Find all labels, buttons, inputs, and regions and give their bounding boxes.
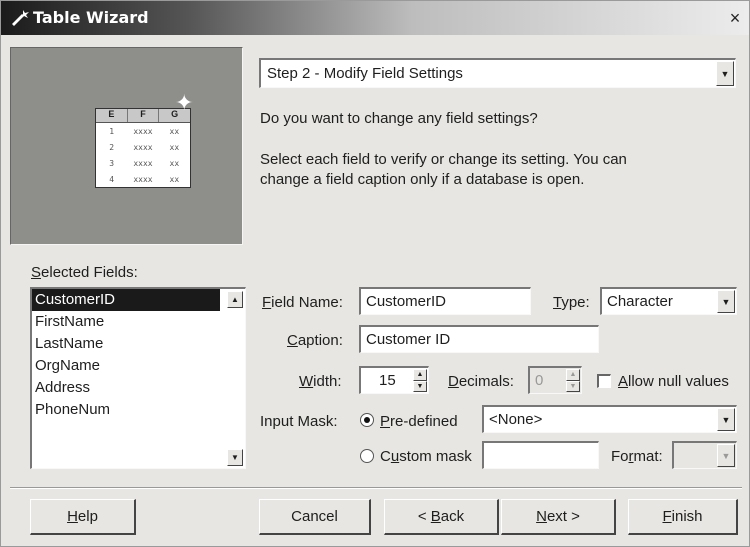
preview-cell: 1	[109, 126, 115, 136]
allow-null-label: Allow null values	[618, 373, 729, 390]
list-item[interactable]: Address	[32, 377, 220, 399]
type-dropdown[interactable]: Character	[600, 287, 737, 315]
preview-header-cell: E	[96, 109, 128, 122]
preview-cell: xx	[169, 126, 180, 136]
type-label: Type:	[553, 294, 590, 311]
preview-cell: 3	[109, 158, 115, 168]
preview-table-row: 4 xxxx xx	[96, 171, 190, 187]
close-button[interactable]: ×	[725, 7, 745, 29]
step-dropdown-value: Step 2 - Modify Field Settings	[267, 65, 463, 82]
finish-button[interactable]: Finish	[628, 499, 738, 535]
list-item[interactable]: FirstName	[32, 311, 220, 333]
spinner-icon[interactable]: ▲ ▼	[413, 369, 427, 392]
close-icon: ×	[729, 8, 741, 28]
width-value: 15	[379, 372, 396, 389]
list-item[interactable]: OrgName	[32, 355, 220, 377]
preview-cell: xxxx	[133, 174, 153, 184]
step-dropdown[interactable]: Step 2 - Modify Field Settings	[259, 58, 736, 88]
caption-label: Caption:	[287, 332, 343, 349]
preview-cell: 2	[109, 142, 115, 152]
predefined-label: Pre-defined	[380, 413, 458, 430]
selected-fields-list[interactable]: CustomerID FirstName LastName OrgName Ad…	[30, 287, 246, 469]
list-item[interactable]: LastName	[32, 333, 220, 355]
preview-cell: xx	[169, 158, 180, 168]
width-label: Width:	[299, 373, 342, 390]
chevron-down-icon[interactable]	[716, 61, 734, 86]
caption-value: Customer ID	[366, 331, 451, 348]
help-button[interactable]: Help	[30, 499, 136, 535]
preview-cell: xx	[169, 142, 180, 152]
decimals-label: Decimals:	[448, 373, 514, 390]
preview-cell: xx	[169, 174, 180, 184]
field-name-value: CustomerID	[366, 293, 447, 310]
chevron-down-icon[interactable]	[717, 444, 735, 467]
back-button[interactable]: < Back	[384, 499, 499, 535]
sparkle-icon: ✦	[175, 90, 194, 115]
allow-null-checkbox[interactable]	[597, 374, 611, 388]
custom-mask-radio[interactable]	[360, 449, 374, 463]
window-title: Table Wizard	[33, 8, 149, 27]
custom-mask-input[interactable]	[482, 441, 599, 469]
custom-mask-label: Custom mask	[380, 448, 472, 465]
field-name-input[interactable]: CustomerID	[359, 287, 531, 315]
decimals-value: 0	[535, 372, 544, 389]
width-stepper[interactable]: 15 ▲ ▼	[359, 366, 429, 394]
field-name-label: Field Name:	[262, 294, 343, 311]
table-wizard-window: Table Wizard × E F G 1 xxxx xx 2 xxxx xx…	[0, 0, 750, 547]
preview-table-row: 1 xxxx xx	[96, 123, 190, 139]
wizard-question: Do you want to change any field settings…	[260, 110, 538, 127]
format-label: Format:	[611, 448, 663, 465]
list-item[interactable]: PhoneNum	[32, 399, 220, 421]
input-mask-label: Input Mask:	[260, 413, 338, 430]
next-button[interactable]: Next >	[501, 499, 616, 535]
chevron-down-icon[interactable]	[717, 290, 735, 313]
preview-header-cell: F	[128, 109, 160, 122]
predefined-radio[interactable]	[360, 413, 374, 427]
preview-cell: 4	[109, 174, 115, 184]
title-bar: Table Wizard ×	[1, 1, 749, 35]
predefined-mask-dropdown[interactable]: <None>	[482, 405, 737, 433]
cancel-button[interactable]: Cancel	[259, 499, 371, 535]
type-value: Character	[607, 293, 673, 310]
format-dropdown[interactable]	[672, 441, 737, 469]
selected-fields-label: Selected Fields:	[31, 264, 138, 281]
list-scrollbar[interactable]: ▲ ▼	[225, 289, 245, 468]
scroll-up-button[interactable]: ▲	[227, 291, 243, 308]
preview-mini-table: E F G 1 xxxx xx 2 xxxx xx 3 xxxx xx 4 xx	[95, 108, 191, 188]
preview-cell: xxxx	[133, 126, 153, 136]
chevron-down-icon[interactable]	[717, 408, 735, 431]
wand-icon	[12, 10, 29, 26]
list-item[interactable]: CustomerID	[32, 289, 220, 311]
wizard-preview-image: E F G 1 xxxx xx 2 xxxx xx 3 xxxx xx 4 xx	[10, 47, 243, 245]
preview-table-row: 3 xxxx xx	[96, 155, 190, 171]
preview-cell: xxxx	[133, 158, 153, 168]
preview-table-row: 2 xxxx xx	[96, 139, 190, 155]
predefined-mask-value: <None>	[489, 411, 543, 428]
decimals-stepper[interactable]: 0 ▲ ▼	[528, 366, 582, 394]
preview-cell: xxxx	[133, 142, 153, 152]
spinner-icon[interactable]: ▲ ▼	[566, 369, 580, 392]
scroll-down-button[interactable]: ▼	[227, 449, 243, 466]
footer-divider	[10, 487, 742, 489]
caption-input[interactable]: Customer ID	[359, 325, 599, 353]
wizard-instruction: Select each field to verify or change it…	[260, 151, 627, 188]
